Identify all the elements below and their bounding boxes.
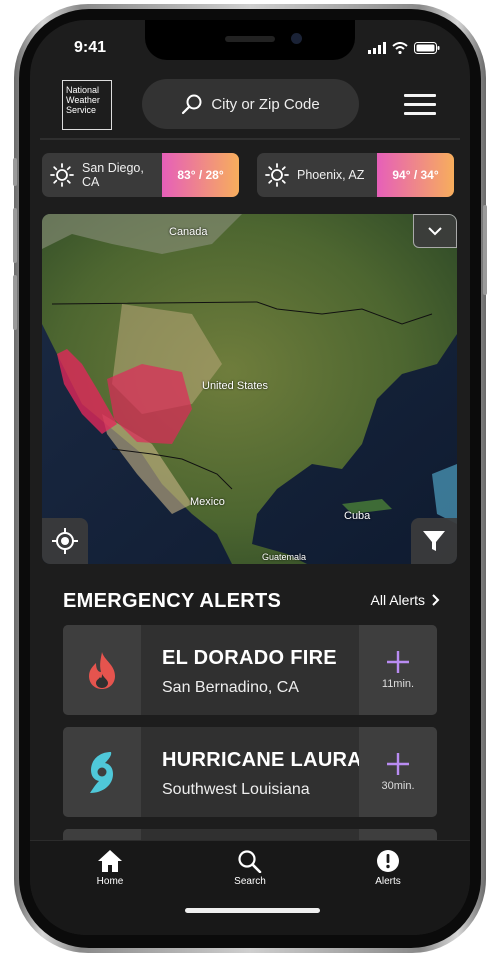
map-label-cuba: Cuba [344,510,371,522]
power-button [483,205,487,295]
alert-add-button[interactable]: 11min. [359,625,437,715]
tab-search[interactable]: Search [215,849,285,887]
search-bar[interactable]: City or Zip Code [142,79,359,129]
alert-card-hurricane[interactable]: HURRICANE LAURA Southwest Louisiana 30mi… [63,727,437,817]
search-icon [238,850,262,873]
map-label-canada: Canada [169,226,208,238]
tab-label: Search [234,876,266,887]
tab-label: Alerts [375,876,401,887]
locate-button[interactable] [42,518,88,564]
mute-switch [13,158,17,186]
city-name: San Diego, CA [82,161,144,189]
filter-icon [423,531,445,551]
alert-title: HURRICANE LAURA [162,749,363,771]
front-camera [291,33,302,44]
search-icon [182,94,202,115]
tab-home[interactable]: Home [75,849,145,887]
search-placeholder: City or Zip Code [211,95,320,113]
fire-icon [89,652,115,689]
app-screen: 9:41 National Weather Service City or Zi… [30,20,470,935]
alert-location: San Bernadino, CA [162,679,299,696]
alert-title: EL DORADO FIRE [162,647,337,669]
battery-icon [414,42,440,54]
menu-button[interactable] [404,94,438,116]
tab-alerts[interactable]: Alerts [353,849,423,887]
alert-add-button[interactable]: 30min. [359,727,437,817]
city-temp: 94° / 34° [377,153,454,197]
plus-icon [387,753,409,775]
all-alerts-link[interactable]: All Alerts [371,592,440,608]
alert-icon-cell [63,625,141,715]
alert-location: Southwest Louisiana [162,781,310,798]
city-weather-strip: San Diego, CA 83° / 28° Phoenix, AZ 94° … [42,153,457,197]
alert-map[interactable]: Canada United States Mexico Cuba Guatema… [42,214,457,564]
home-icon [98,850,122,872]
alert-time: 30min. [381,780,415,792]
all-alerts-label: All Alerts [370,592,425,608]
locate-icon [52,528,78,554]
notch [145,20,355,60]
city-card-san-diego[interactable]: San Diego, CA 83° / 28° [42,153,239,197]
status-time: 9:41 [74,39,107,56]
logo-line-1: National [66,85,100,95]
city-card-phoenix[interactable]: Phoenix, AZ 94° / 34° [257,153,454,197]
tab-bar: Home Search Alerts [30,840,470,935]
alert-time: 11min. [381,678,415,690]
header-divider [40,138,460,140]
chevron-right-icon [432,594,440,606]
sun-icon [50,163,74,187]
tab-label: Home [96,876,124,887]
wifi-icon [392,42,408,54]
map-label-us: United States [202,380,269,392]
alert-icon [377,850,399,872]
map-label-mexico: Mexico [190,496,225,508]
volume-up-button [13,208,17,263]
sun-icon [265,163,289,187]
alert-card-fire[interactable]: EL DORADO FIRE San Bernadino, CA 11min. [63,625,437,715]
alert-icon-cell [63,727,141,817]
hurricane-icon [90,752,113,793]
city-temp: 83° / 28° [162,153,239,197]
plus-icon [387,651,409,673]
volume-down-button [13,275,17,330]
app-header: National Weather Service City or Zip Cod… [30,75,470,137]
map-label-guatemala: Guatemala [262,552,307,562]
logo-line-3: Service [66,105,97,115]
nws-logo[interactable]: National Weather Service [62,80,112,130]
status-icons [368,42,440,54]
signal-icon [368,42,386,54]
filter-button[interactable] [411,518,457,564]
alerts-heading: EMERGENCY ALERTS [63,590,282,612]
city-name: Phoenix, AZ [297,168,365,182]
home-indicator[interactable] [185,908,320,913]
logo-line-2: Weather [66,95,100,105]
speaker [225,36,275,42]
map-expand-button[interactable] [413,214,457,248]
chevron-down-icon [428,227,442,236]
